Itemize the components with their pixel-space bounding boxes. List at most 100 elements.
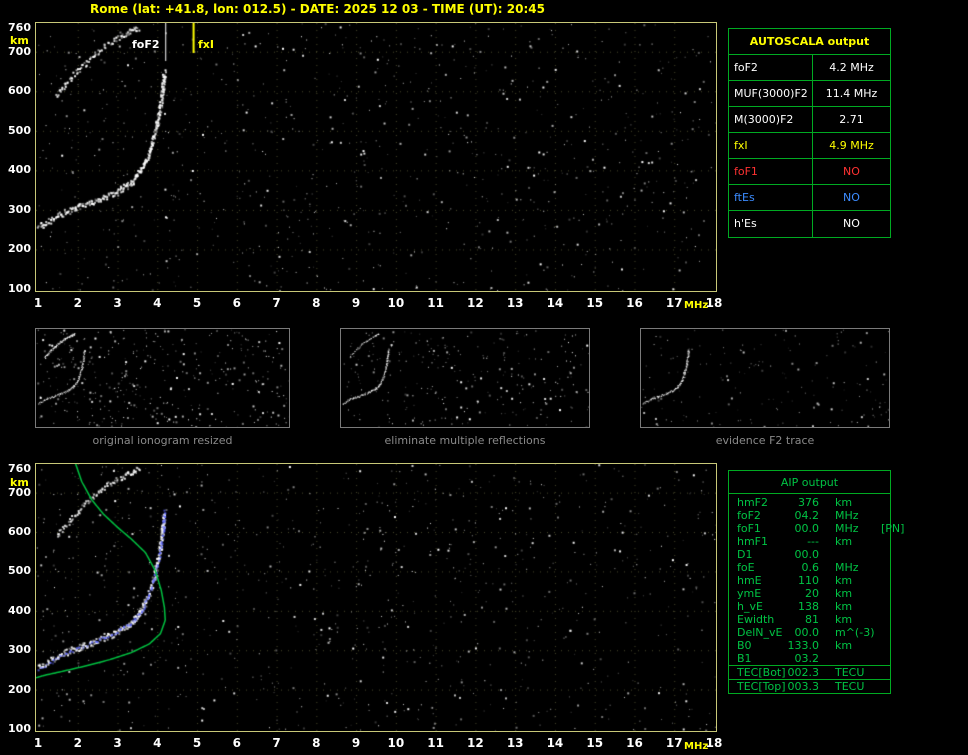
aip-row: B0 133.0 km <box>729 639 890 652</box>
aip-param-note <box>873 666 890 680</box>
y-tick-label: 760 <box>8 462 31 475</box>
x-tick-label: 16 <box>626 296 643 310</box>
aip-param-unit: MHz <box>835 522 859 535</box>
autoscala-row-ftes: ftEs NO <box>729 185 890 211</box>
top-x-axis-unit: MHz <box>684 300 709 311</box>
autoscala-param-value: NO <box>843 165 860 178</box>
x-tick-label: 4 <box>153 296 162 310</box>
y-tick-label: 700 <box>8 485 31 499</box>
aip-param-name: hmE <box>737 574 762 587</box>
x-tick-label: 2 <box>73 296 82 310</box>
x-tick-label: 10 <box>387 296 405 310</box>
autoscala-param-name: fxI <box>729 133 813 158</box>
aip-row: Ewidth 81 km <box>729 613 890 626</box>
aip-param-value: 376 <box>798 496 819 509</box>
aip-param-unit: km <box>835 613 853 626</box>
x-tick-label: 1 <box>33 736 43 750</box>
autoscala-row-m3000: M(3000)F2 2.71 <box>729 107 890 133</box>
x-tick-label: 1 <box>33 296 43 310</box>
aip-param-name: B0 <box>737 639 752 652</box>
y-tick-label: 300 <box>8 643 31 657</box>
autoscala-row-fof2: foF2 4.2 MHz <box>729 55 890 81</box>
aip-output-table: AIP output hmF2 376 km foF2 04.2 MHz foF… <box>728 470 904 694</box>
y-tick-label: 700 <box>8 44 31 58</box>
x-tick-label: 11 <box>427 296 444 310</box>
autoscala-param-name: foF1 <box>729 159 813 184</box>
autoscala-param-name: h'Es <box>729 211 813 237</box>
aip-param-value: 138 <box>798 600 819 613</box>
x-tick-label: 4 <box>153 736 162 750</box>
aip-param-name: TEC[Bot] <box>737 666 786 679</box>
aip-param-name: hmF2 <box>737 496 769 509</box>
thumbnail-multiple-reflections-removed <box>340 328 590 428</box>
autoscala-param-name: M(3000)F2 <box>729 107 813 132</box>
autoscala-row-muf: MUF(3000)F2 11.4 MHz <box>729 81 890 107</box>
autoscala-param-value: 4.2 MHz <box>829 61 874 74</box>
aip-param-name: D1 <box>737 548 753 561</box>
y-tick-label: 760 <box>8 21 31 34</box>
x-tick-label: 3 <box>113 736 122 750</box>
x-tick-label: 12 <box>467 736 484 750</box>
x-tick-label: 2 <box>73 736 82 750</box>
aip-param-name: ymE <box>737 587 762 600</box>
aip-param-note: [PN] <box>881 522 905 535</box>
aip-row: D1 00.0 <box>729 548 890 561</box>
aip-param-value: 04.2 <box>794 509 820 522</box>
x-tick-label: 15 <box>586 296 604 310</box>
aip-param-name: hmF1 <box>737 535 769 548</box>
x-tick-label: 17 <box>665 296 683 310</box>
aip-param-note <box>873 626 890 639</box>
aip-param-note <box>873 561 890 574</box>
aip-param-note <box>873 535 890 548</box>
aip-param-name: DelN_vE <box>737 626 783 639</box>
page-title: Rome (lat: +41.8, lon: 012.5) - DATE: 20… <box>90 2 545 16</box>
autoscala-param-value: NO <box>843 217 860 230</box>
aip-param-note <box>873 587 890 600</box>
aip-param-name: Ewidth <box>737 613 775 626</box>
autoscala-param-name: ftEs <box>729 185 813 210</box>
aip-param-unit: MHz <box>835 509 859 522</box>
autoscala-param-value: 2.71 <box>839 113 864 126</box>
thumbnail-caption: eliminate multiple reflections <box>384 434 546 447</box>
aip-param-unit: MHz <box>835 561 859 574</box>
y-tick-label: 200 <box>8 242 31 256</box>
x-tick-label: 9 <box>351 296 361 310</box>
aip-param-value: 00.0 <box>794 522 820 535</box>
y-tick-label: 200 <box>8 682 31 696</box>
x-tick-label: 16 <box>626 736 643 750</box>
aip-row: h_vE 138 km <box>729 600 890 613</box>
aip-row: DelN_vE 00.0 m^(-3) <box>729 626 890 639</box>
aip-param-unit: m^(-3) <box>835 626 875 639</box>
aip-row: hmE 110 km <box>729 574 890 587</box>
x-tick-label: 6 <box>232 736 241 750</box>
thumbnail-original-ionogram <box>35 328 290 428</box>
x-tick-label: 5 <box>192 296 202 310</box>
y-tick-label: 400 <box>8 163 31 177</box>
x-tick-label: 15 <box>586 736 604 750</box>
aip-param-unit: km <box>835 535 853 548</box>
aip-param-note <box>873 639 890 652</box>
aip-param-value: 00.0 <box>794 548 820 561</box>
top-ionogram-plot <box>35 22 717 292</box>
autoscala-row-hes: h'Es NO <box>729 211 890 237</box>
aip-param-value: 003.3 <box>787 680 820 693</box>
aip-param-value: --- <box>807 535 819 548</box>
aip-param-value: 03.2 <box>794 652 820 665</box>
aip-param-unit: TECU <box>835 680 865 693</box>
aip-param-note <box>873 652 890 665</box>
aip-param-name: foF2 <box>737 509 761 522</box>
x-tick-label: 17 <box>665 736 683 750</box>
aip-row-tec-bot: TEC[Bot] 002.3 TECU <box>729 665 890 679</box>
fxi-marker-label: fxI <box>198 38 214 51</box>
aip-param-unit: km <box>835 587 853 600</box>
aip-param-value: 81 <box>805 613 819 626</box>
autoscala-param-name: foF2 <box>729 55 813 80</box>
x-tick-label: 7 <box>272 296 281 310</box>
aip-param-value: 0.6 <box>801 561 820 574</box>
autoscala-param-name: MUF(3000)F2 <box>729 81 813 106</box>
aip-param-unit: km <box>835 574 853 587</box>
x-tick-label: 14 <box>546 296 564 310</box>
bottom-x-axis-unit: MHz <box>684 741 709 752</box>
autoscala-row-fxi: fxI 4.9 MHz <box>729 133 890 159</box>
aip-row: foF2 04.2 MHz <box>729 509 890 522</box>
